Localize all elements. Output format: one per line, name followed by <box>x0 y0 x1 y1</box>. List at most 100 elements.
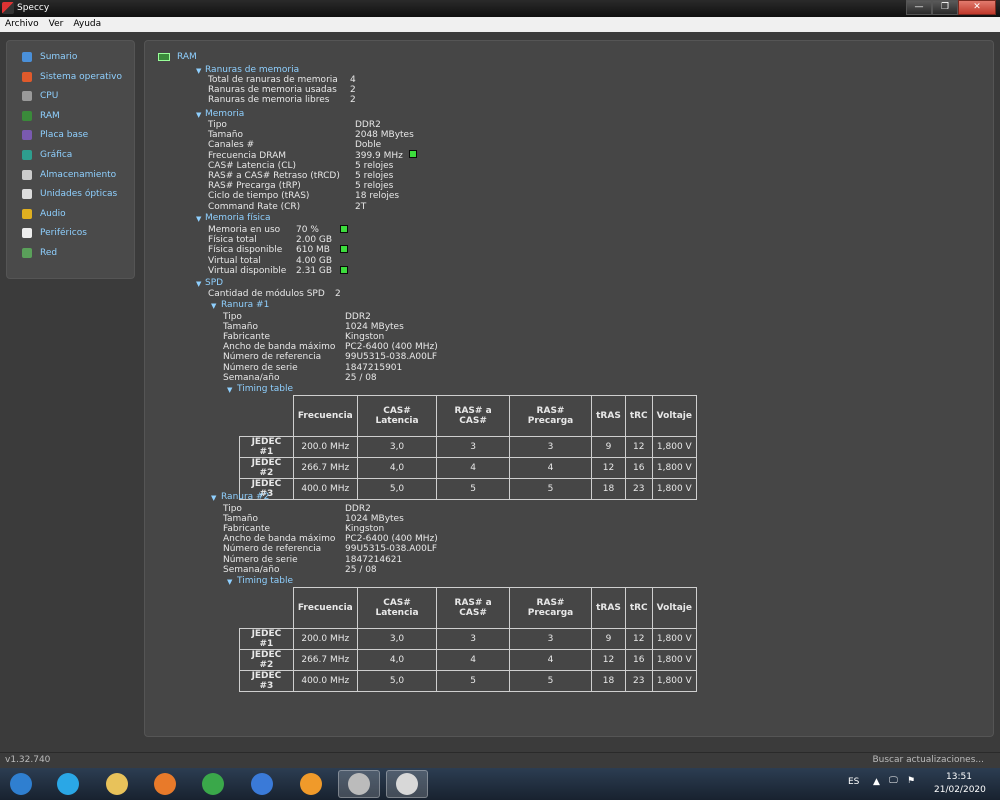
table-corner <box>240 396 294 437</box>
status-bar: v1.32.740 Buscar actualizaciones... <box>0 752 1000 767</box>
sidebar-item[interactable]: RAM <box>22 108 60 124</box>
property-value: PC2-6400 (400 MHz) <box>345 534 438 545</box>
table-cell: 12 <box>624 628 653 650</box>
property-label: RAS# a CAS# Retraso (tRCD) <box>208 171 340 181</box>
check-updates-link[interactable]: Buscar actualizaciones... <box>872 755 984 765</box>
property-label: Número de serie <box>223 554 298 565</box>
sidebar-item[interactable]: Audio <box>22 206 66 222</box>
sidebar-item-label: Unidades ópticas <box>40 189 118 200</box>
sidebar-item-icon <box>22 91 32 102</box>
property-value: 4 <box>350 75 356 85</box>
property-value: DDR2 <box>345 312 371 322</box>
table-corner <box>240 588 294 629</box>
flag-icon[interactable]: ⚑ <box>907 776 915 786</box>
sidebar-item-label: Placa base <box>40 130 89 141</box>
minimize-button[interactable]: — <box>906 0 932 15</box>
property-value: 2.00 GB <box>296 235 333 246</box>
property-value: 99U5315-038.A00LF <box>345 544 438 555</box>
property-label: Tamaño <box>208 130 244 141</box>
sidebar-item-label: Red <box>40 248 58 258</box>
sidebar-item[interactable]: Sistema operativo <box>22 69 122 85</box>
table-cell: 9 <box>591 628 626 650</box>
property-label: Fabricante <box>223 332 271 343</box>
table-cell: 4,0 <box>356 649 438 671</box>
sidebar-item[interactable]: Placa base <box>22 127 88 143</box>
close-button[interactable]: ✕ <box>958 0 996 15</box>
subsection-header: Timing table <box>237 576 294 586</box>
sidebar-item[interactable]: CPU <box>22 88 58 104</box>
taskbar-button[interactable] <box>386 770 428 798</box>
settings-app-icon <box>300 773 322 795</box>
menu-ver[interactable]: Ver <box>44 17 69 32</box>
table-cell: 3 <box>508 436 593 458</box>
collapse-memoria-fisica-toggle[interactable]: ▼ <box>196 214 201 224</box>
timing-table: Frecuencia CAS# Latencia RAS# a CAS# RAS# P… <box>239 587 698 692</box>
taskbar-button[interactable] <box>47 770 89 798</box>
menu-archivo[interactable]: Archivo <box>0 17 44 32</box>
clock-time[interactable]: 13:51 <box>946 772 972 782</box>
table-cell: 5 <box>436 670 510 692</box>
sidebar-item[interactable]: Almacenamiento <box>22 167 116 183</box>
title-bar: Speccy — ❐ ✕ <box>0 0 1000 17</box>
sidebar-item-icon <box>22 110 32 121</box>
maximize-button[interactable]: ❐ <box>932 0 958 15</box>
collapse-timing-table-toggle[interactable]: ▼ <box>227 577 232 587</box>
display-icon[interactable]: 🖵 <box>889 776 898 786</box>
language-indicator[interactable]: ES <box>848 777 859 787</box>
table-cell: 1,800 V <box>651 670 698 692</box>
taskbar-button[interactable] <box>192 770 234 798</box>
taskbar-button[interactable] <box>0 770 42 798</box>
sidebar-item[interactable]: Sumario <box>22 49 77 65</box>
taskbar-button[interactable] <box>241 770 283 798</box>
property-value: 2 <box>350 85 356 96</box>
property-value: 399.9 MHz <box>355 150 403 161</box>
row-header: JEDEC #2 <box>239 457 294 479</box>
status-square-icon <box>340 245 348 253</box>
collapse-ranura-toggle[interactable]: ▼ <box>211 301 216 311</box>
taskbar-button[interactable] <box>96 770 138 798</box>
sidebar-item[interactable]: Red <box>22 245 57 261</box>
table-cell: 16 <box>624 457 653 479</box>
column-header: CAS# Latencia <box>356 587 438 629</box>
subsection-header: Ranura #2 <box>221 492 270 502</box>
column-header: Frecuencia <box>292 395 358 437</box>
section-header: SPD <box>205 278 224 288</box>
section-header: Memoria física <box>205 213 271 223</box>
property-label: Tamaño <box>223 514 259 525</box>
column-header: Voltaje <box>651 587 698 629</box>
taskbar-button[interactable] <box>290 770 332 798</box>
subsection-header: Timing table <box>237 384 294 394</box>
file-explorer-icon <box>106 773 128 795</box>
collapse-ranura-toggle[interactable]: ▼ <box>211 493 216 503</box>
table-cell: 5 <box>508 670 593 692</box>
collapse-timing-table-toggle[interactable]: ▼ <box>227 385 232 395</box>
sidebar: Sumario Sistema operativo CPU RAM Placa base… <box>6 40 135 279</box>
table-cell: 1,800 V <box>651 457 698 479</box>
table-cell: 12 <box>624 436 653 458</box>
property-value: Kingston <box>345 332 385 343</box>
property-label: Memoria en uso <box>208 225 281 235</box>
collapse-ranuras-toggle[interactable]: ▼ <box>196 66 201 76</box>
property-label: Ancho de banda máximo <box>223 534 336 545</box>
media-player-icon <box>154 773 176 795</box>
sidebar-item[interactable]: Gráfica <box>22 147 72 163</box>
property-label: Ancho de banda máximo <box>223 342 336 353</box>
property-value: 2 <box>350 95 356 106</box>
taskbar-button[interactable] <box>144 770 186 798</box>
menu-ayuda[interactable]: Ayuda <box>68 17 106 32</box>
ram-detail-panel: RAM ▼ Ranuras de memoria Total de ranuras d… <box>144 40 994 737</box>
property-label: Frecuencia DRAM <box>208 150 287 161</box>
collapse-memoria-toggle[interactable]: ▼ <box>196 110 201 120</box>
taskbar-button[interactable] <box>338 770 380 798</box>
chromium-icon <box>251 773 273 795</box>
property-label: Número de referencia <box>223 544 322 555</box>
table-cell: 400.0 MHz <box>292 478 358 500</box>
collapse-spd-toggle[interactable]: ▼ <box>196 279 201 289</box>
show-hidden-icons-icon[interactable]: ▲ <box>873 777 880 787</box>
table-row: JEDEC #3 400.0 MHz 5,0 5 5 18 23 1,800 V <box>239 670 698 692</box>
property-value: DDR2 <box>355 120 381 130</box>
table-row: JEDEC #3 400.0 MHz 5,0 5 5 18 23 1,800 V <box>239 478 698 500</box>
sidebar-item[interactable]: Periféricos <box>22 225 87 241</box>
clock-date[interactable]: 21/02/2020 <box>934 785 986 795</box>
sidebar-item[interactable]: Unidades ópticas <box>22 186 117 202</box>
